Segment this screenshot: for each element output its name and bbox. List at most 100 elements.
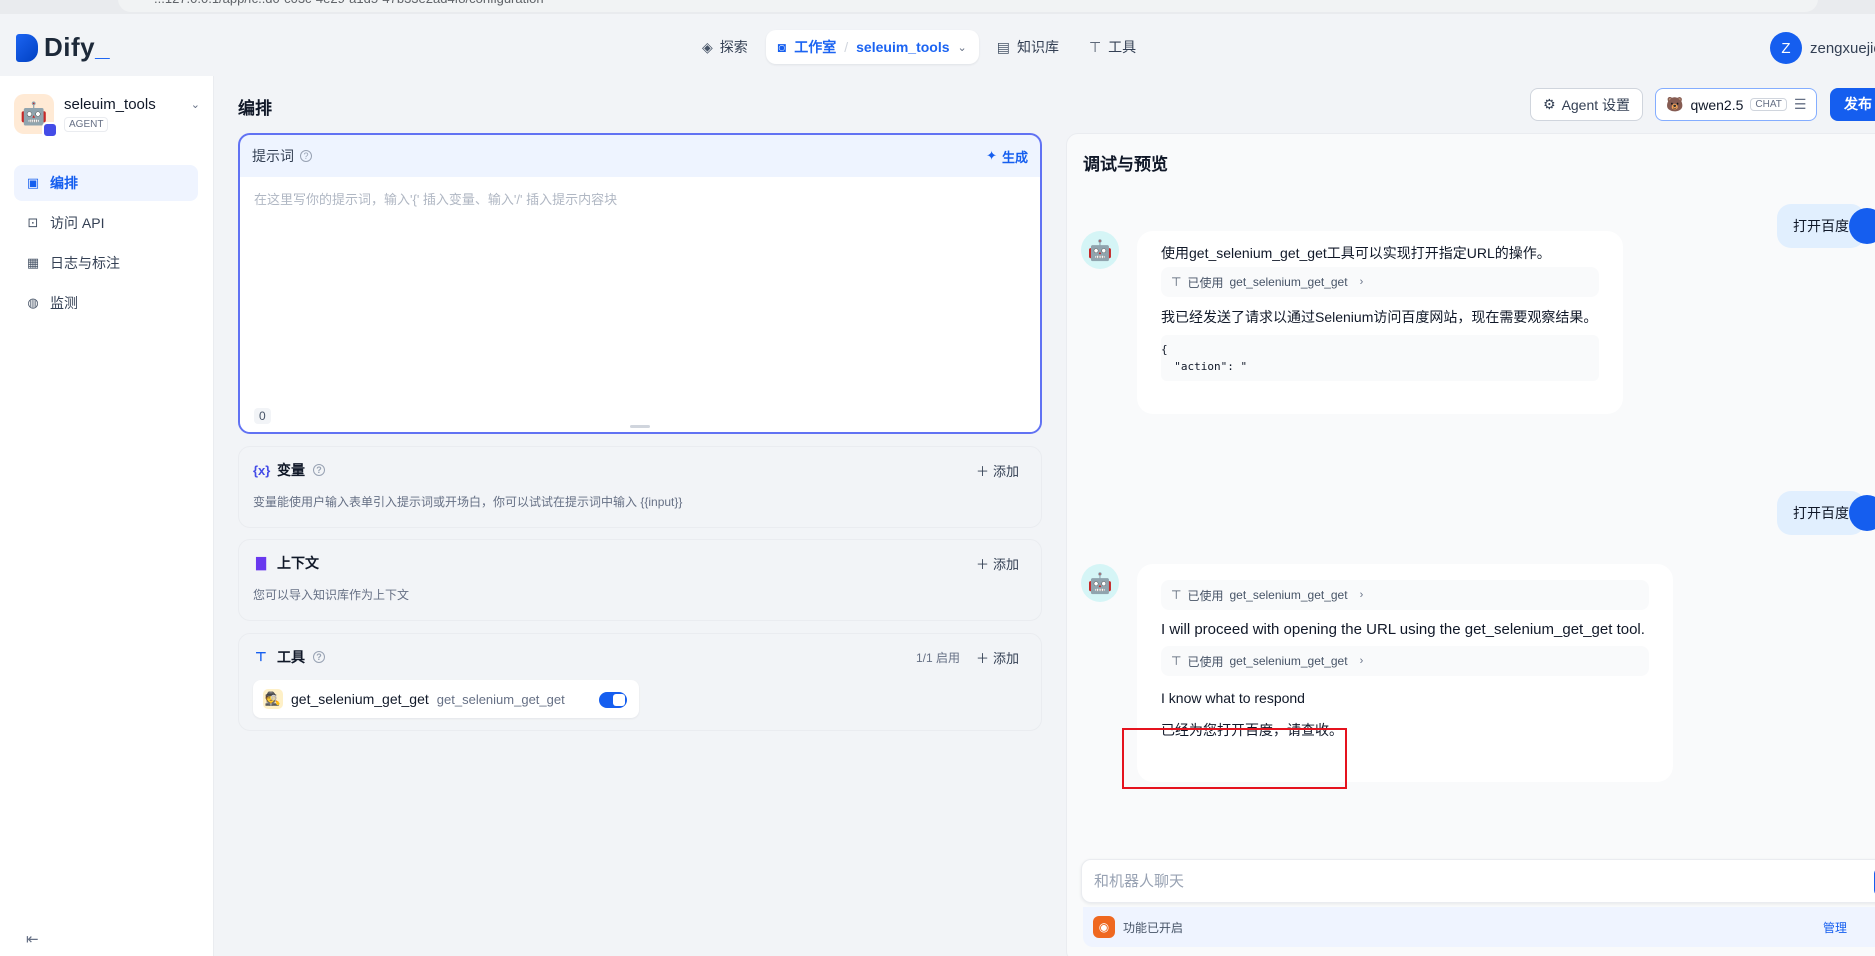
chevron-right-icon: › [1359,276,1364,288]
context-title: ▇ 上下文 [253,553,319,573]
sidebar-item-api[interactable]: ⊡ 访问 API [14,205,198,241]
generate-label: 生成 [1001,149,1028,165]
nav-knowledge[interactable]: ▤ 知识库 [985,30,1071,64]
debug-preview-panel: 调试与预览 打开百度 🤖 使用get_selenium_get_get工具可以实… [1066,133,1875,956]
context-title-label: 上下文 [277,555,319,571]
publish-button[interactable]: 发布 [1830,88,1875,121]
help-icon[interactable]: ? [300,150,312,162]
hammer-icon: ⊤ [1171,654,1182,668]
app-info[interactable]: 🤖 seleuim_tools AGENT ⌄ [14,94,200,138]
features-label: 功能已开启 [1123,920,1184,935]
selenium-tool-icon: 🕵 [263,689,283,709]
terminal-icon: ⊡ [27,215,39,230]
sidebar: 🤖 seleuim_tools AGENT ⌄ ▣ 编排 ⊡ 访问 API ▦ … [0,76,214,956]
page-title: 编排 [238,99,272,118]
used-tool-name: get_selenium_get_get [1229,588,1348,602]
user-menu[interactable]: Z zengxuejie [1770,32,1875,64]
sparkle-icon: ✦ [986,148,997,163]
bot-avatar: 🤖 [1081,564,1119,602]
tool-subtitle: get_selenium_get_get [436,691,565,707]
logo-text: Dify_ [44,32,111,62]
code-line: "action": " [1161,360,1248,373]
used-tool-indicator[interactable]: ⊤ 已使用 get_selenium_get_get › [1161,646,1649,676]
user-message-text: 打开百度 [1793,505,1849,521]
hammer-icon: ⊤ [1171,275,1182,289]
collapse-sidebar-icon[interactable]: ⇤ [26,930,39,948]
agent-badge-icon [42,122,58,138]
add-variable-button[interactable]: ＋ 添加 [976,461,1019,480]
nav-studio-label: 工作室 [794,39,837,55]
model-provider-icon: 🐻 [1666,96,1684,112]
nav-tools[interactable]: ⊤ 工具 [1077,30,1148,64]
prompt-body: 0 [240,177,1040,432]
breadcrumb-separator: / [844,39,849,55]
model-selector[interactable]: 🐻 qwen2.5 CHAT ☰ [1655,88,1818,121]
current-app-selector[interactable]: seleuim_tools [856,39,949,55]
prompt-title: 提示词 ? [252,146,312,166]
user-avatar [1849,495,1875,531]
address-bar[interactable]: ...127.0.0.1/app/fc..d0-c03c-4e29-a1d5-4… [118,0,1818,12]
used-tool-prefix: 已使用 [1187,588,1224,603]
nav-tools-label: 工具 [1108,39,1137,55]
prompt-textarea[interactable] [254,189,1026,389]
agent-settings-button[interactable]: ⚙ Agent 设置 [1530,88,1644,121]
chevron-right-icon: › [1359,589,1364,601]
model-mode-tag: CHAT [1750,98,1787,111]
tool-enabled-toggle[interactable] [599,692,627,708]
generate-button[interactable]: ✦ 生成 [986,147,1028,166]
tools-enabled-count: 1/1 启用 [915,650,960,665]
variables-card: {x} 变量 ? ＋ 添加 变量能使用户输入表单引入提示词或开场白，你可以试试在… [238,446,1042,528]
sliders-icon: ☰ [1793,96,1807,112]
sidebar-item-label: 日志与标注 [50,255,120,271]
sidebar-item-monitor[interactable]: ◍ 监测 [14,285,198,321]
hammer-icon: ⊤ [1088,38,1102,55]
compass-icon: ◈ [702,38,713,55]
gear-icon: ⚙ [1543,96,1556,112]
used-tool-indicator[interactable]: ⊤ 已使用 get_selenium_get_get › [1161,267,1599,297]
gauge-icon: ◍ [27,295,39,310]
browser-chrome: ...127.0.0.1/app/fc..d0-c03c-4e29-a1d5-4… [0,0,1875,14]
bot-message-text: I will proceed with opening the URL usin… [1161,621,1645,638]
variables-actions: ＋ 添加 [976,461,1019,480]
user-message-text: 打开百度 [1793,218,1849,234]
sidebar-item-logs[interactable]: ▦ 日志与标注 [14,245,198,281]
nav-explore[interactable]: ◈ 探索 [690,30,760,64]
tools-title: ⊤ 工具 ? [253,647,325,667]
nav-studio[interactable]: ◙ 工作室 / seleuim_tools ⌄ [765,30,979,64]
chevron-down-icon[interactable]: ⌄ [191,98,200,111]
robot-icon: ◙ [777,39,787,55]
variable-icon: {x} [253,462,271,478]
add-context-button[interactable]: ＋ 添加 [976,554,1019,573]
resize-handle[interactable] [630,425,650,428]
variables-title: {x} 变量 ? [253,460,325,480]
tools-card: ⊤ 工具 ? 1/1 启用 ＋ 添加 🕵 get_selenium_get_ge… [238,633,1042,731]
user-message: 打开百度 [1777,491,1875,535]
variables-title-label: 变量 [277,462,305,478]
chat-input[interactable] [1094,860,1694,902]
app-name: seleuim_tools [64,96,156,113]
tool-item[interactable]: 🕵 get_selenium_get_get get_selenium_get_… [253,680,639,718]
used-tool-name: get_selenium_get_get [1229,654,1348,668]
features-bar: ◉ 功能已开启 管理 [1083,907,1875,947]
chevron-down-icon[interactable]: ⌄ [958,41,967,54]
used-tool-indicator[interactable]: ⊤ 已使用 get_selenium_get_get › [1161,580,1649,610]
dify-logo[interactable]: Dify_ [16,32,110,63]
bot-message: 使用get_selenium_get_get工具可以实现打开指定URL的操作。 … [1137,231,1623,414]
features-icon: ◉ [1093,916,1115,938]
nav-knowledge-label: 知识库 [1016,39,1059,55]
tools-title-label: 工具 [277,649,305,665]
user-name: zengxuejie [1810,39,1875,57]
add-tool-button[interactable]: ＋ 添加 [976,648,1019,667]
used-tool-prefix: 已使用 [1187,275,1224,290]
manage-features-button[interactable]: 管理 [1823,919,1847,936]
help-icon[interactable]: ? [313,464,325,476]
debug-title: 调试与预览 [1083,155,1168,174]
help-icon[interactable]: ? [313,651,325,663]
sidebar-item-label: 访问 API [50,215,105,231]
sidebar-item-orchestrate[interactable]: ▣ 编排 [14,165,198,201]
bot-message-text: I know what to respond [1161,690,1305,706]
document-icon: ▇ [256,555,266,570]
used-tool-prefix: 已使用 [1187,654,1224,669]
context-actions: ＋ 添加 [976,554,1019,573]
main-nav: ◈ 探索 ◙ 工作室 / seleuim_tools ⌄ ▤ 知识库 ⊤ 工具 [690,30,1148,64]
